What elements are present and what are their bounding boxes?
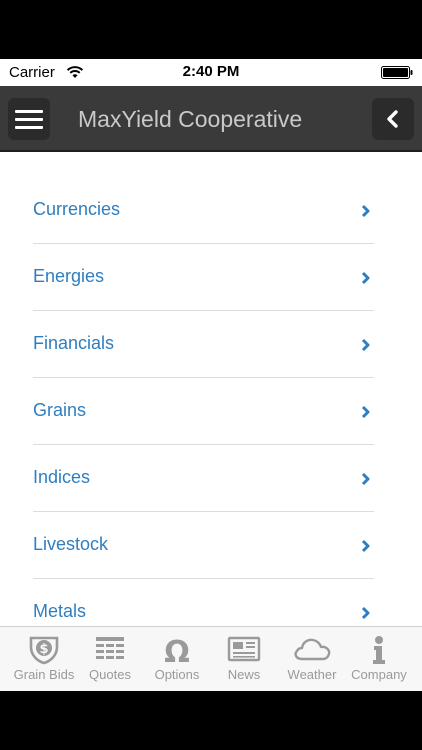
list-item-label: Indices [33,467,91,487]
list-item-energies[interactable]: Energies [33,244,374,311]
tab-label: Weather [287,667,337,682]
tab-news[interactable]: News [214,627,274,692]
tab-label: News [227,667,261,682]
chevron-right-icon [361,338,370,352]
svg-text:$: $ [39,642,48,657]
list-item-label: Currencies [33,199,121,219]
list-item-label: Financials [33,333,115,353]
tab-label: Company [351,667,407,682]
options-icon: Ω [164,635,190,665]
chevron-right-icon [361,204,370,218]
tab-label: Quotes [89,667,131,682]
back-button[interactable] [372,98,414,140]
hamburger-menu-button[interactable] [8,98,50,140]
clock: 2:40 PM [182,63,240,80]
tab-label: Grain Bids [13,667,75,682]
category-list: Currencies Energies Financials Grains In… [0,152,422,626]
chevron-right-icon [361,472,370,486]
tab-grain-bids[interactable]: $ Grain Bids [8,627,80,692]
weather-icon [294,638,331,661]
list-item-metals[interactable]: Metals [33,579,374,626]
list-item-label: Grains [33,400,87,420]
news-icon [227,636,261,662]
tab-weather[interactable]: Weather [280,627,344,692]
battery-icon [381,66,413,79]
top-letterbox [0,0,422,59]
navigation-bar: MaxYield Cooperative [0,86,422,152]
list-item-grains[interactable]: Grains [33,378,374,445]
quotes-icon [96,637,124,659]
list-item-financials[interactable]: Financials [33,311,374,378]
hamburger-icon-line [15,126,43,129]
svg-text:Ω: Ω [164,635,190,665]
tab-quotes[interactable]: Quotes [80,627,140,692]
hamburger-icon-line [15,118,43,121]
company-icon [373,636,385,664]
chevron-right-icon [361,271,370,285]
grain-bids-icon: $ [29,636,59,665]
chevron-right-icon [361,405,370,419]
list-item-indices[interactable]: Indices [33,445,374,512]
tab-label: Options [154,667,200,682]
bottom-letterbox [0,691,422,750]
list-item-label: Metals [33,601,87,621]
list-item-label: Energies [33,266,105,286]
chevron-right-icon [361,606,370,620]
tab-company[interactable]: Company [346,627,412,692]
list-item-label: Livestock [33,534,109,554]
page-title: MaxYield Cooperative [78,106,303,132]
status-bar: Carrier 2:40 PM [0,59,422,86]
tab-options[interactable]: Ω Options [144,627,210,692]
list-item-livestock[interactable]: Livestock [33,512,374,579]
tab-bar: $ Grain Bids Quotes Ω Options News Weath… [0,626,422,691]
list-item-currencies[interactable]: Currencies [33,177,374,244]
chevron-left-icon [387,110,398,128]
hamburger-icon-line [15,110,43,113]
chevron-right-icon [361,539,370,553]
